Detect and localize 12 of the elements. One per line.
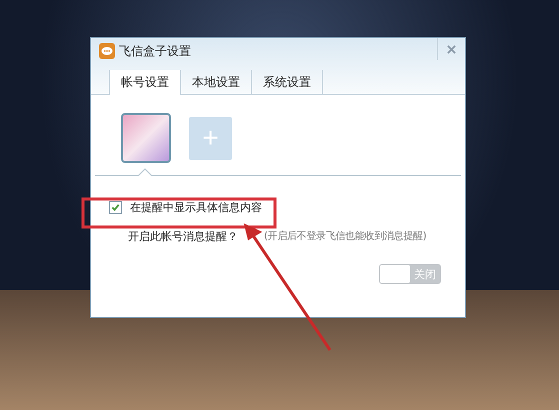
checkbox[interactable]: [109, 201, 122, 214]
question-text: 开启此帐号消息提醒？: [128, 229, 238, 244]
checkmark-icon: [111, 203, 120, 212]
close-icon: [447, 44, 456, 54]
settings-tab[interactable]: 帐号设置: [109, 70, 181, 95]
chat-bubble-icon: [99, 43, 115, 59]
settings-tab[interactable]: 系统设置: [252, 70, 323, 94]
window-title: 飞信盒子设置: [119, 42, 191, 60]
checkbox-label: 在提醒中显示具体信息内容: [130, 200, 262, 215]
settings-tab[interactable]: 本地设置: [181, 70, 252, 94]
hint-text: (开启后不登录飞信也能收到消息提醒): [264, 230, 426, 244]
avatar-picture[interactable]: [121, 113, 171, 163]
